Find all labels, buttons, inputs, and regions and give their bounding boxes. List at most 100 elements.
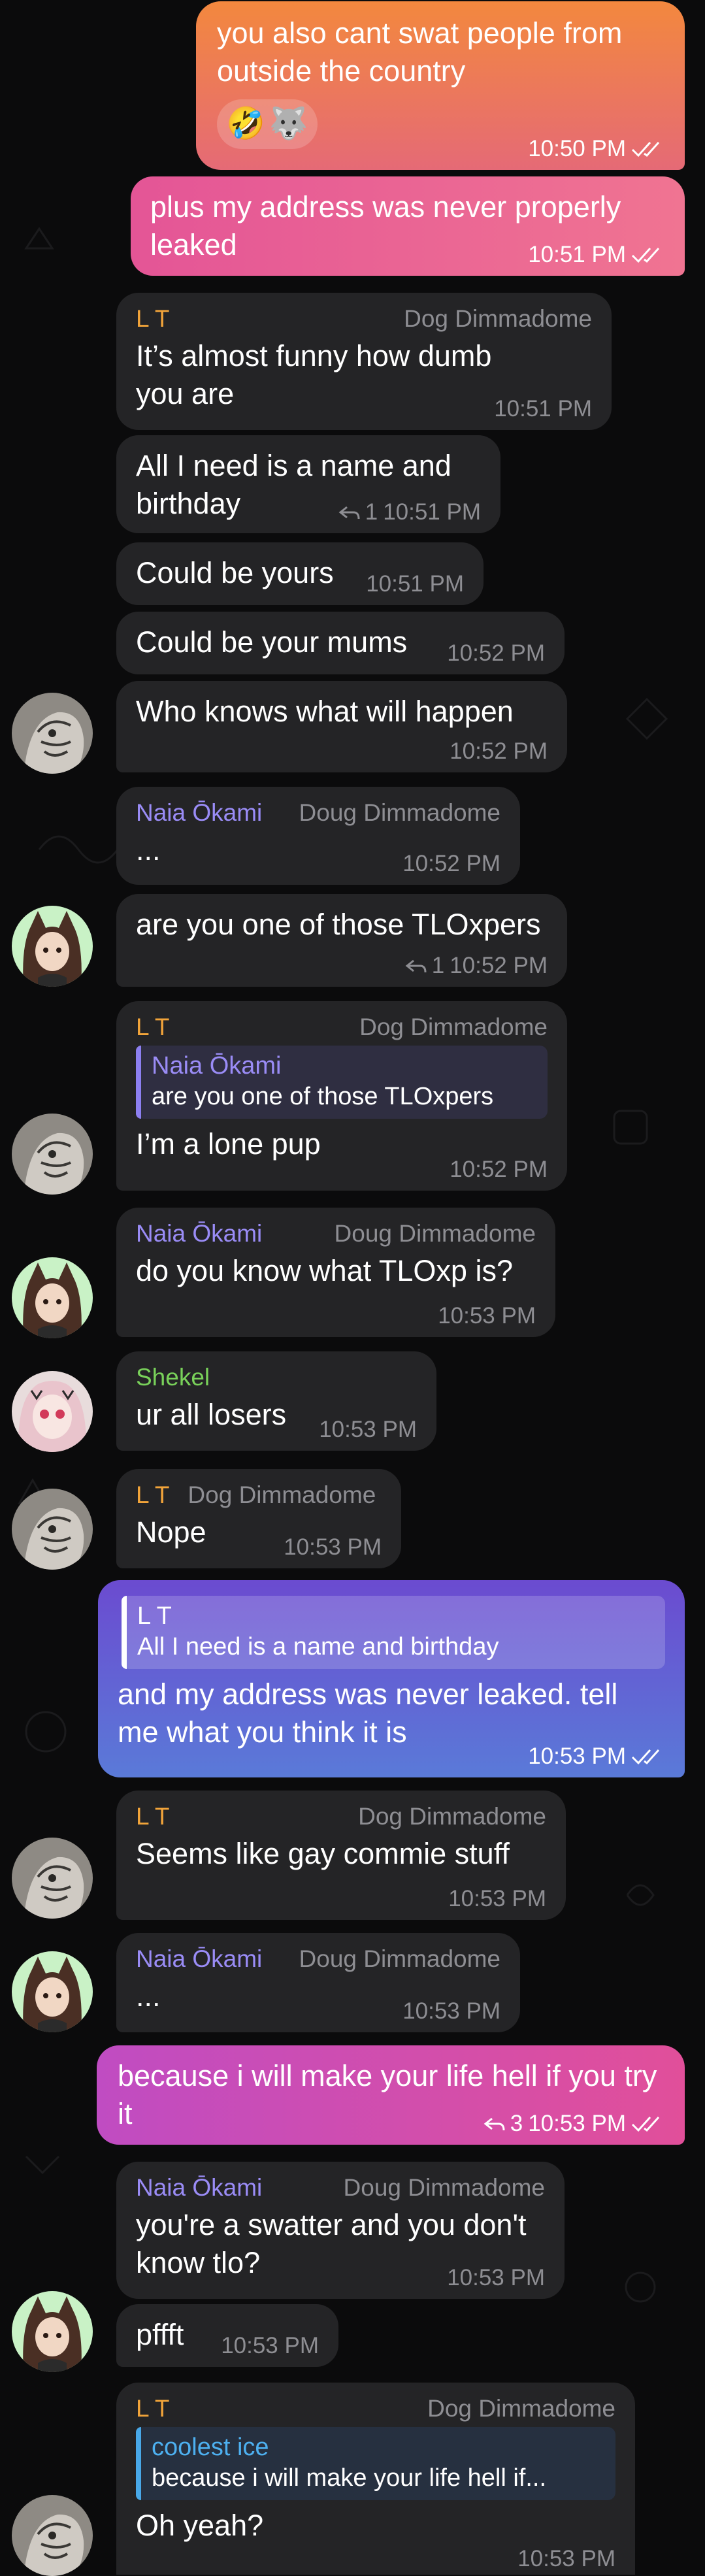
message-meta: 1 10:52 PM: [404, 953, 548, 979]
message-meta: 10:51 PM: [528, 242, 665, 268]
sender-rank: Doug Dimmadome: [343, 2174, 545, 2201]
naia-avatar[interactable]: [12, 1951, 93, 2032]
double-check-icon: [631, 247, 660, 263]
message-time: 10:52 PM: [447, 640, 545, 666]
message-time: 10:53 PM: [221, 2333, 319, 2358]
sender-name[interactable]: L T: [136, 2394, 169, 2423]
message-header: L T Dog Dimmadome: [136, 1013, 548, 1042]
message-time: 10:51 PM: [528, 242, 626, 267]
sender-name[interactable]: L T: [136, 1802, 169, 1831]
message-header: Naia Ōkami Doug Dimmadome: [136, 799, 500, 827]
message-time: 10:53 PM: [528, 1743, 626, 1769]
message-bubble-incoming[interactable]: Could be your mums 10:52 PM: [116, 612, 565, 674]
naia-avatar[interactable]: [12, 2291, 93, 2372]
quoted-message[interactable]: coolest ice because i will make your lif…: [136, 2427, 615, 2500]
double-check-icon: [631, 1749, 660, 1765]
message-time: 10:53 PM: [528, 2111, 626, 2136]
lt-avatar[interactable]: [12, 1838, 93, 1919]
message-bubble-incoming[interactable]: Naia Ōkami Doug Dimmadome you're a swatt…: [116, 2162, 565, 2299]
message-bubble-incoming[interactable]: L T Dog Dimmadome Naia Ōkami are you one…: [116, 1001, 567, 1191]
shekel-avatar[interactable]: [12, 1371, 93, 1452]
sender-name[interactable]: L T: [136, 305, 169, 333]
reply-count[interactable]: 1: [432, 953, 444, 979]
message-bubble-incoming[interactable]: Naia Ōkami Doug Dimmadome do you know wh…: [116, 1208, 555, 1337]
double-check-icon: [631, 141, 660, 157]
lt-avatar[interactable]: [12, 1114, 93, 1195]
message-meta: 10:51 PM: [366, 571, 464, 597]
message-header: Naia Ōkami Doug Dimmadome: [136, 1219, 536, 1248]
message-bubble-outgoing[interactable]: because i will make your life hell if yo…: [97, 2045, 685, 2145]
message-time: 10:50 PM: [528, 136, 626, 161]
message-header: L T Dog Dimmadome: [136, 1481, 382, 1510]
message-time: 10:52 PM: [450, 953, 548, 978]
message-bubble-outgoing[interactable]: plus my address was never properly leake…: [131, 176, 685, 276]
message-time: 10:51 PM: [494, 396, 592, 421]
reaction-emoji[interactable]: 🤣: [226, 105, 265, 144]
message-bubble-incoming[interactable]: Naia Ōkami Doug Dimmadome ... 10:52 PM: [116, 787, 520, 885]
sender-name[interactable]: Naia Ōkami: [136, 1219, 262, 1248]
sender-name[interactable]: Shekel: [136, 1363, 210, 1392]
chat-history[interactable]: you also cant swat people from outside t…: [0, 0, 705, 2576]
quoted-text: are you one of those TLOxpers: [152, 1083, 494, 1110]
reply-count[interactable]: 3: [510, 2111, 523, 2137]
reply-count[interactable]: 1: [365, 499, 378, 525]
naia-avatar[interactable]: [12, 1257, 93, 1338]
message-bubble-outgoing[interactable]: you also cant swat people from outside t…: [196, 1, 685, 170]
sender-name[interactable]: L T: [136, 1013, 169, 1042]
message-bubble-incoming[interactable]: Shekel ur all losers 10:53 PM: [116, 1351, 436, 1451]
quoted-message[interactable]: L T All I need is a name and birthday: [122, 1596, 665, 1669]
sender-name[interactable]: Naia Ōkami: [136, 1945, 262, 1973]
message-text: do you know what TLOxp is?: [136, 1254, 513, 1287]
message-meta: 10:53 PM: [319, 1417, 417, 1443]
message-meta: 10:53 PM: [402, 1998, 500, 2024]
message-text: Who knows what will happen: [136, 695, 514, 728]
message-meta: 10:52 PM: [402, 851, 500, 877]
message-bubble-incoming[interactable]: Who knows what will happen 10:52 PM: [116, 681, 567, 772]
message-meta: 10:50 PM: [528, 136, 665, 162]
message-time: 10:53 PM: [438, 1303, 536, 1329]
message-bubble-outgoing[interactable]: L T All I need is a name and birthday an…: [98, 1580, 685, 1777]
sender-rank: Dog Dimmadome: [427, 2395, 615, 2422]
message-bubble-incoming[interactable]: are you one of those TLOxpers 1 10:52 PM: [116, 894, 567, 987]
message-time: 10:52 PM: [450, 738, 548, 764]
quoted-text: because i will make your life hell if...: [152, 2464, 547, 2492]
reply-arrow-icon[interactable]: [483, 2116, 505, 2132]
sender-name[interactable]: Naia Ōkami: [136, 2173, 262, 2202]
message-bubble-incoming[interactable]: L T Dog Dimmadome coolest ice because i …: [116, 2383, 635, 2575]
message-text: are you one of those TLOxpers: [136, 908, 541, 941]
message-time: 10:51 PM: [383, 499, 481, 525]
sender-name[interactable]: Naia Ōkami: [136, 799, 262, 827]
message-bubble-incoming[interactable]: L T Dog Dimmadome Seems like gay commie …: [116, 1791, 566, 1920]
message-bubble-incoming[interactable]: pffft 10:53 PM: [116, 2304, 338, 2367]
message-bubble-incoming[interactable]: Could be yours 10:51 PM: [116, 542, 484, 605]
message-bubble-incoming[interactable]: L T Dog Dimmadome It’s almost funny how …: [116, 293, 612, 430]
message-header: L T Dog Dimmadome: [136, 1802, 546, 1831]
lt-avatar[interactable]: [12, 693, 93, 774]
lt-avatar[interactable]: [12, 2495, 93, 2576]
message-time: 10:53 PM: [284, 1534, 382, 1560]
lt-avatar[interactable]: [12, 1489, 93, 1570]
message-time: 10:53 PM: [447, 2265, 545, 2290]
message-bubble-incoming[interactable]: Naia Ōkami Doug Dimmadome ... 10:53 PM: [116, 1933, 520, 2032]
message-time: 10:52 PM: [402, 851, 500, 876]
message-meta: 10:53 PM: [221, 2333, 319, 2359]
quoted-message[interactable]: Naia Ōkami are you one of those TLOxpers: [136, 1046, 548, 1119]
message-meta: 10:52 PM: [450, 738, 548, 765]
message-bubble-incoming[interactable]: L T Dog Dimmadome Nope 10:53 PM: [116, 1469, 401, 1568]
reply-arrow-icon[interactable]: [404, 958, 427, 974]
sender-rank: Doug Dimmadome: [299, 799, 500, 826]
message-meta: 10:53 PM: [438, 1303, 536, 1329]
naia-avatar[interactable]: [12, 906, 93, 987]
message-time: 10:53 PM: [448, 1886, 546, 1911]
message-header: Naia Ōkami Doug Dimmadome: [136, 2173, 545, 2202]
message-text: Seems like gay commie stuff: [136, 1837, 510, 1870]
message-time: 10:53 PM: [319, 1417, 417, 1442]
reply-arrow-icon[interactable]: [338, 504, 360, 520]
sender-name[interactable]: L T: [136, 1481, 169, 1510]
quoted-sender: L T: [137, 1602, 172, 1630]
reaction-emoji[interactable]: 🐺: [269, 105, 308, 144]
message-meta: 10:51 PM: [494, 396, 592, 422]
message-meta: 10:53 PM: [528, 1743, 665, 1770]
reactions-row[interactable]: 🤣 🐺: [217, 99, 318, 149]
message-bubble-incoming[interactable]: All I need is a name and birthday 1 10:5…: [116, 435, 500, 533]
